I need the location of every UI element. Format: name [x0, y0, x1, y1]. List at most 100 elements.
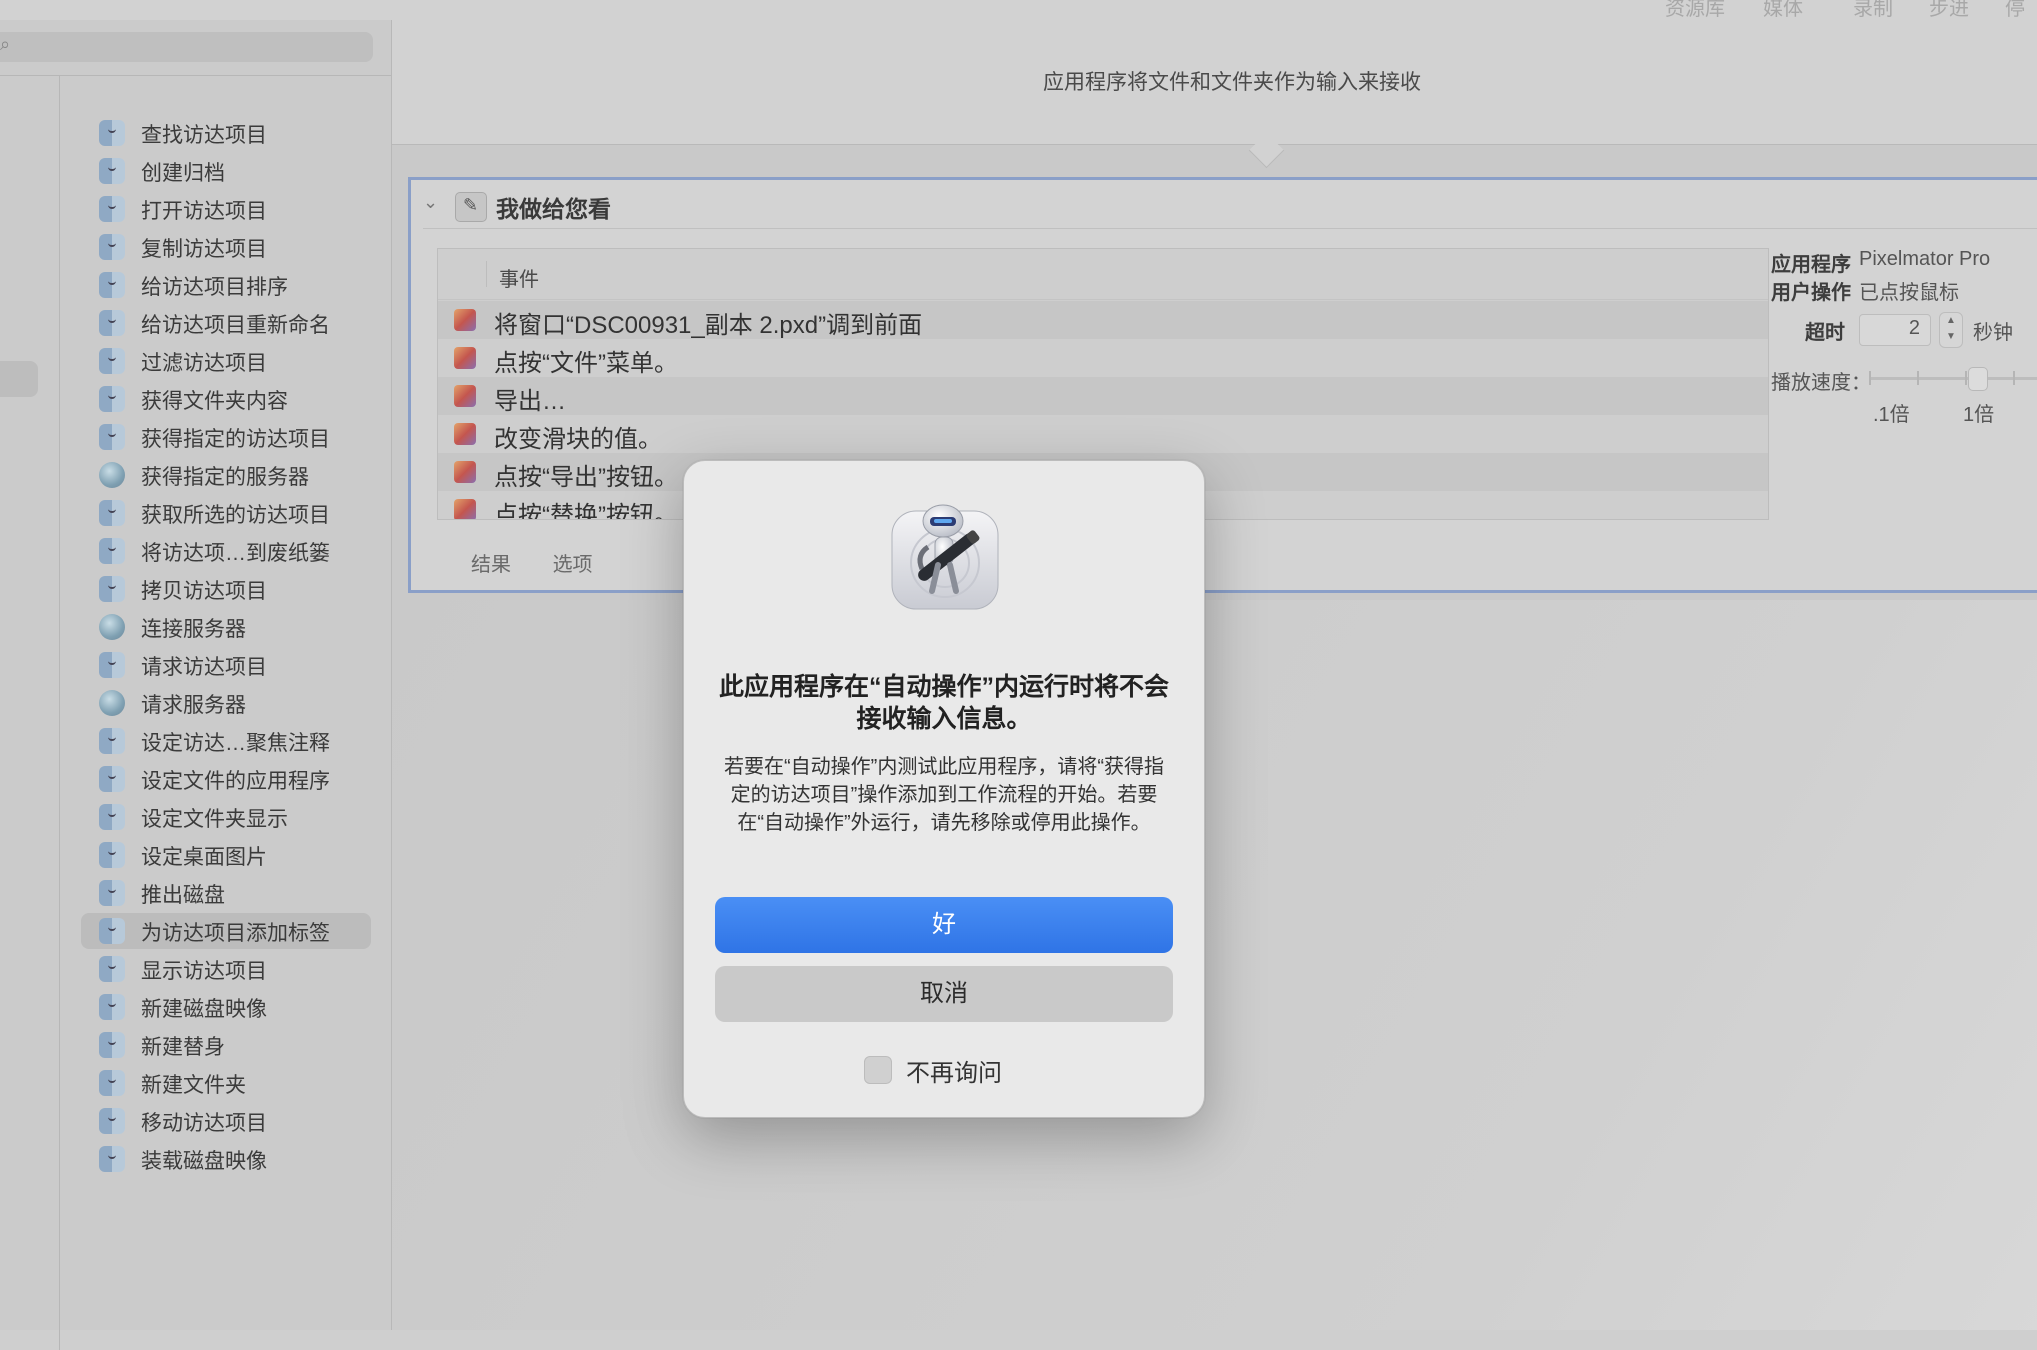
- action-list-item-label: 给访达项目排序: [141, 271, 288, 301]
- action-list-item[interactable]: 为访达项目添加标签: [81, 913, 371, 949]
- pixelmator-icon: [454, 347, 476, 369]
- action-list-item[interactable]: 给访达项目重新命名: [81, 305, 371, 341]
- finder-icon: [99, 310, 125, 336]
- user-action-value: 已点按鼠标: [1859, 276, 1959, 305]
- event-row[interactable]: 改变滑块的值。: [438, 415, 1768, 453]
- action-panel[interactable]: ⌄ 我做给您看 事件 将窗口“DSC00931_副本 2.pxd”调到前面点按“…: [408, 177, 2037, 593]
- app-label: 应用程序: [1771, 248, 1851, 277]
- toolbar-library-button[interactable]: 资源库: [1665, 0, 1725, 21]
- finder-icon: [99, 842, 125, 868]
- dont-ask-checkbox[interactable]: [864, 1056, 892, 1084]
- action-list-item-label: 装载磁盘映像: [141, 1145, 267, 1175]
- action-list-item[interactable]: 设定文件夹显示: [81, 799, 371, 835]
- search-icon: ⌕: [0, 34, 10, 55]
- action-list-item[interactable]: 获得指定的服务器: [81, 457, 371, 493]
- action-list-item[interactable]: 获得文件夹内容: [81, 381, 371, 417]
- finder-icon: [99, 918, 125, 944]
- event-text: 点按“导出”按钮。: [494, 457, 678, 492]
- dialog-title: 此应用程序在“自动操作”内运行时将不会接收输入信息。: [714, 671, 1174, 735]
- finder-icon: [99, 1032, 125, 1058]
- action-list-item-label: 拷贝访达项目: [141, 575, 267, 605]
- event-text: 将窗口“DSC00931_副本 2.pxd”调到前面: [494, 305, 922, 340]
- timeout-label: 超时: [1805, 316, 1845, 345]
- sidebar: ⌕ 查找访达项目创建归档打开访达项目复制访达项目给访达项目排序给访达项目重新命名…: [0, 20, 392, 1330]
- tab-results[interactable]: 结果: [471, 554, 511, 576]
- events-column-header[interactable]: 事件: [499, 263, 539, 292]
- chevron-down-icon[interactable]: ⌄: [423, 192, 438, 213]
- action-list-item[interactable]: 设定桌面图片: [81, 837, 371, 873]
- category-selected[interactable]: [0, 361, 38, 397]
- event-row[interactable]: 点按“文件”菜单。: [438, 339, 1768, 377]
- action-separator: [423, 228, 2037, 229]
- cancel-button[interactable]: 取消: [715, 966, 1173, 1022]
- category-column-divider: [59, 76, 60, 1350]
- finder-icon: [99, 386, 125, 412]
- action-list-item[interactable]: 连接服务器: [81, 609, 371, 645]
- action-list-item-label: 新建磁盘映像: [141, 993, 267, 1023]
- action-list-item-label: 获得指定的服务器: [141, 461, 309, 491]
- action-list-item[interactable]: 新建文件夹: [81, 1065, 371, 1101]
- speed-slider-track[interactable]: [1869, 377, 2037, 380]
- search-field[interactable]: ⌕: [0, 32, 373, 62]
- action-list-item-label: 为访达项目添加标签: [141, 917, 330, 947]
- toolbar-step-button[interactable]: 步进: [1929, 0, 1969, 21]
- action-list-item[interactable]: 设定访达…聚焦注释: [81, 723, 371, 759]
- action-title: 我做给您看: [496, 190, 611, 224]
- finder-icon: [99, 728, 125, 754]
- action-list-item[interactable]: 创建归档: [81, 153, 371, 189]
- action-list-item[interactable]: 给访达项目排序: [81, 267, 371, 303]
- watch-me-do-icon: [455, 192, 487, 222]
- action-list-item[interactable]: 查找访达项目: [81, 115, 371, 151]
- action-list-item-label: 获得文件夹内容: [141, 385, 288, 415]
- speed-tick-label: .1倍: [1873, 398, 1910, 427]
- dialog-message: 若要在“自动操作”内测试此应用程序，请将“获得指定的访达项目”操作添加到工作流程…: [724, 753, 1164, 837]
- action-list-item[interactable]: 打开访达项目: [81, 191, 371, 227]
- action-list-item[interactable]: 获取所选的访达项目: [81, 495, 371, 531]
- finder-icon: [99, 956, 125, 982]
- action-list-item[interactable]: 请求服务器: [81, 685, 371, 721]
- app-value: Pixelmator Pro: [1859, 248, 1990, 271]
- timeout-unit: 秒钟: [1973, 316, 2013, 345]
- action-list-item[interactable]: 装载磁盘映像: [81, 1141, 371, 1177]
- action-list-item-label: 设定文件的应用程序: [141, 765, 330, 795]
- action-list-item[interactable]: 复制访达项目: [81, 229, 371, 265]
- finder-icon: [99, 196, 125, 222]
- action-list-item[interactable]: 获得指定的访达项目: [81, 419, 371, 455]
- action-list-item[interactable]: 显示访达项目: [81, 951, 371, 987]
- action-list-item[interactable]: 推出磁盘: [81, 875, 371, 911]
- action-list-item[interactable]: 过滤访达项目: [81, 343, 371, 379]
- timeout-stepper[interactable]: ▲▼: [1939, 312, 1963, 348]
- action-list-item[interactable]: 设定文件的应用程序: [81, 761, 371, 797]
- action-list-item[interactable]: 移动访达项目: [81, 1103, 371, 1139]
- action-list-item-label: 新建文件夹: [141, 1069, 246, 1099]
- action-list-item-label: 打开访达项目: [141, 195, 267, 225]
- action-list-item-label: 获得指定的访达项目: [141, 423, 330, 453]
- action-list-item[interactable]: 拷贝访达项目: [81, 571, 371, 607]
- event-row[interactable]: 导出…: [438, 377, 1768, 415]
- action-list-item-label: 请求访达项目: [141, 651, 267, 681]
- action-list-item[interactable]: 新建替身: [81, 1027, 371, 1063]
- speed-slider-thumb[interactable]: [1968, 367, 1988, 391]
- action-list-item[interactable]: 请求访达项目: [81, 647, 371, 683]
- background-dim: [392, 600, 2037, 1330]
- action-list-item-label: 设定访达…聚焦注释: [141, 727, 330, 757]
- finder-icon: [99, 576, 125, 602]
- ok-button[interactable]: 好: [715, 897, 1173, 953]
- event-row[interactable]: 将窗口“DSC00931_副本 2.pxd”调到前面: [438, 301, 1768, 339]
- toolbar-media-button[interactable]: 媒体: [1763, 0, 1803, 21]
- speed-tick-label: 1倍: [1963, 398, 1994, 427]
- pixelmator-icon: [454, 385, 476, 407]
- tab-options[interactable]: 选项: [553, 554, 593, 576]
- toolbar-record-button[interactable]: 录制: [1853, 0, 1893, 21]
- toolbar: 资源库 媒体 录制 步进 停止: [0, 0, 2037, 20]
- pixelmator-icon: [454, 423, 476, 445]
- timeout-field[interactable]: 2: [1859, 314, 1931, 346]
- action-tabs: 结果 选项: [471, 548, 629, 577]
- events-table-header: 事件: [438, 249, 1768, 300]
- action-list-item-label: 给访达项目重新命名: [141, 309, 330, 339]
- pixelmator-icon: [454, 461, 476, 483]
- finder-icon: [99, 158, 125, 184]
- finder-icon: [99, 348, 125, 374]
- action-list-item[interactable]: 新建磁盘映像: [81, 989, 371, 1025]
- action-list-item[interactable]: 将访达项…到废纸篓: [81, 533, 371, 569]
